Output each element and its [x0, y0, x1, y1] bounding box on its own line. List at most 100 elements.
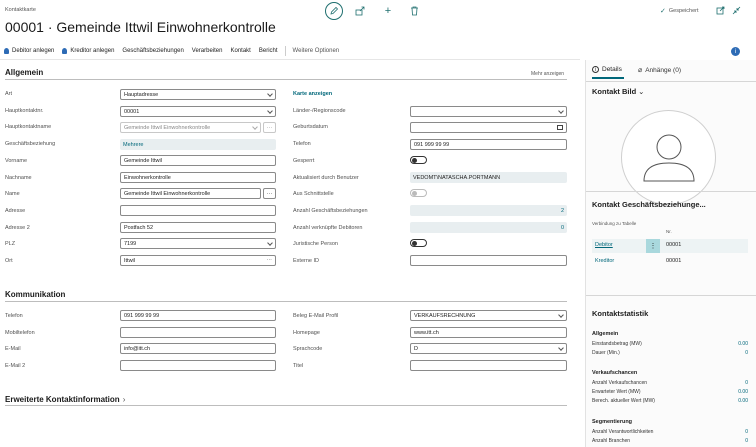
nachname-field[interactable]: Einwohnerkontrolle — [120, 172, 276, 183]
gb-row-table[interactable]: Debitor — [595, 242, 613, 248]
name-lookup-button[interactable]: ··· — [263, 188, 276, 199]
stat-value[interactable]: 0.00 — [738, 398, 748, 404]
collapse-icon[interactable] — [731, 5, 741, 15]
name-field[interactable]: Gemeinde Ittwil Einwohnerkontrolle — [120, 188, 261, 199]
adresse-field[interactable] — [120, 205, 276, 216]
stat-value[interactable]: 0 — [745, 429, 748, 435]
art-select[interactable]: Hauptadresse — [120, 89, 276, 100]
hauptkontaktname-lookup-button[interactable]: ··· — [263, 122, 276, 133]
action-bar: Debitor anlegen Kreditor anlegen Geschäf… — [0, 43, 580, 60]
hauptkontaktname-field[interactable]: Gemeinde Ittwil Einwohnerkontrolle — [120, 122, 261, 133]
geschaeftsbeziehungen-menu[interactable]: Geschäftsbeziehungen — [118, 43, 187, 59]
mobiltelefon-field[interactable] — [120, 327, 276, 338]
tab-details[interactable]: i Details — [592, 66, 622, 73]
saved-status: ✓ Gespeichert — [660, 7, 699, 15]
laender-select[interactable] — [410, 106, 567, 117]
geburtsdatum-field[interactable] — [410, 122, 567, 133]
stat-label: Anzahl Verkaufschancen — [592, 380, 648, 386]
stat-einstand: Einstandsbetrag (MW) 0.00 — [592, 341, 748, 347]
gb-col-table-header: Verbindung zu Tabelle — [592, 221, 637, 226]
weitere-optionen-button[interactable]: Weitere Optionen — [289, 43, 344, 59]
beleg-select[interactable]: VERKAUFSRECHNUNG — [410, 310, 567, 321]
row-actions-icon[interactable]: ⋮ — [646, 239, 660, 253]
delete-icon[interactable] — [408, 5, 420, 17]
kontakt-bild-header[interactable]: Kontakt Bild ⌄ — [592, 87, 644, 96]
geschaeftsbeziehung-field[interactable]: Mehrere — [120, 139, 276, 150]
sprachcode-select[interactable]: D — [410, 343, 567, 354]
sprachcode-value: D — [414, 345, 418, 352]
hauptkontaktname-value: Gemeinde Ittwil Einwohnerkontrolle — [124, 124, 211, 131]
ellipsis-icon: ··· — [266, 257, 273, 263]
gb-col-nr-header: Nr. — [666, 229, 672, 234]
open-new-window-icon[interactable] — [715, 5, 725, 15]
statistik-allgemein-heading: Allgemein — [592, 331, 619, 337]
info-icon[interactable]: i — [731, 47, 740, 56]
art-label: Art — [5, 91, 13, 97]
section-divider — [5, 301, 567, 302]
email2-field[interactable] — [120, 360, 276, 371]
hauptkontaktnr-select[interactable]: 00001 — [120, 106, 276, 117]
aktualisiert-label: Aktualisiert durch Benutzer — [293, 175, 359, 181]
stat-label: Dauer (Min.) — [592, 350, 620, 356]
hauptkontaktnr-label: Hauptkontaktnr. — [5, 108, 44, 114]
debitor-anlegen-label: Debitor anlegen — [12, 48, 55, 54]
chevron-down-icon — [267, 91, 273, 97]
externe-id-label: Externe ID — [293, 258, 319, 264]
email-field[interactable]: info@itt.ch — [120, 343, 276, 354]
homepage-field[interactable]: www.itt.ch — [410, 327, 567, 338]
stat-anzahl-vk: Anzahl Verkaufschancen 0 — [592, 380, 748, 386]
schnittstelle-toggle — [410, 189, 427, 197]
stat-verant: Anzahl Verantwortlichkeiten 0 — [592, 429, 748, 435]
juristisch-toggle[interactable] — [410, 239, 427, 247]
mehr-anzeigen-link[interactable]: Mehr anzeigen — [531, 71, 564, 77]
verarbeiten-menu[interactable]: Verarbeiten — [188, 43, 227, 59]
gb-factbox-title[interactable]: Kontakt Geschäftsbeziehunge... — [592, 200, 706, 209]
person-icon — [62, 48, 68, 54]
stat-label: Anzahl Verantwortlichkeiten — [592, 429, 654, 435]
stat-value[interactable]: 0 — [745, 350, 748, 356]
bericht-menu[interactable]: Bericht — [255, 43, 282, 59]
laender-label: Länder-/Regionscode — [293, 108, 346, 114]
adresse2-field[interactable]: Postfach 52 — [120, 222, 276, 233]
debitor-anlegen-button[interactable]: Debitor anlegen — [0, 43, 58, 59]
anzahl-gb-field[interactable]: 2 — [410, 205, 567, 216]
k-telefon-field[interactable]: 091 999 99 99 — [120, 310, 276, 321]
kontakt-menu[interactable]: Kontakt — [227, 43, 255, 59]
page-title: 00001 · Gemeinde Ittwil Einwohnerkontrol… — [5, 19, 276, 35]
art-value: Hauptadresse — [124, 91, 159, 98]
gb-row-table[interactable]: Kreditor — [595, 258, 614, 264]
telefon-field[interactable]: 091 999 99 99 — [410, 139, 567, 150]
stat-label: Anzahl Branchen — [592, 438, 631, 444]
edit-icon[interactable] — [325, 2, 343, 20]
mobiltelefon-label: Mobiltelefon — [5, 330, 35, 336]
share-icon[interactable] — [354, 5, 366, 17]
vorname-field[interactable]: Gemeinde Ittwil — [120, 155, 276, 166]
calendar-icon[interactable] — [557, 125, 563, 130]
titel-field[interactable] — [410, 360, 567, 371]
gesperrt-toggle[interactable] — [410, 156, 427, 164]
stat-value[interactable]: 0 — [745, 380, 748, 386]
plz-select[interactable]: 7199 — [120, 238, 276, 249]
anzahl-deb-field[interactable]: 0 — [410, 222, 567, 233]
kreditor-anlegen-button[interactable]: Kreditor anlegen — [58, 43, 118, 59]
karte-anzeigen-link[interactable]: Karte anzeigen — [293, 91, 332, 97]
vorname-label: Vorname — [5, 158, 28, 164]
erweitert-header[interactable]: Erweiterte Kontaktinformation › — [5, 395, 125, 404]
stat-value[interactable]: 0.00 — [738, 389, 748, 395]
stat-value[interactable]: 0.00 — [738, 341, 748, 347]
stat-value[interactable]: 0 — [745, 438, 748, 444]
tab-anhaenge[interactable]: ⌀ Anhänge (0) — [638, 66, 681, 75]
beleg-value: VERKAUFSRECHNUNG — [414, 312, 476, 319]
hauptkontaktname-label: Hauptkontaktname — [5, 124, 52, 130]
active-tab-indicator — [592, 77, 624, 79]
hauptkontaktnr-value: 00001 — [124, 108, 140, 115]
add-icon[interactable]: + — [382, 5, 394, 17]
section-kommunikation-title: Kommunikation — [5, 290, 66, 299]
email2-label: E-Mail 2 — [5, 363, 26, 369]
externe-id-field[interactable] — [410, 255, 567, 266]
ort-select[interactable]: Ittwil ··· — [120, 255, 276, 266]
ort-value: Ittwil — [124, 257, 135, 264]
stat-branchen: Anzahl Branchen 0 — [592, 438, 748, 444]
statistik-title[interactable]: Kontaktstatistik — [592, 309, 648, 318]
gb-row-nr: 00001 — [666, 258, 682, 264]
